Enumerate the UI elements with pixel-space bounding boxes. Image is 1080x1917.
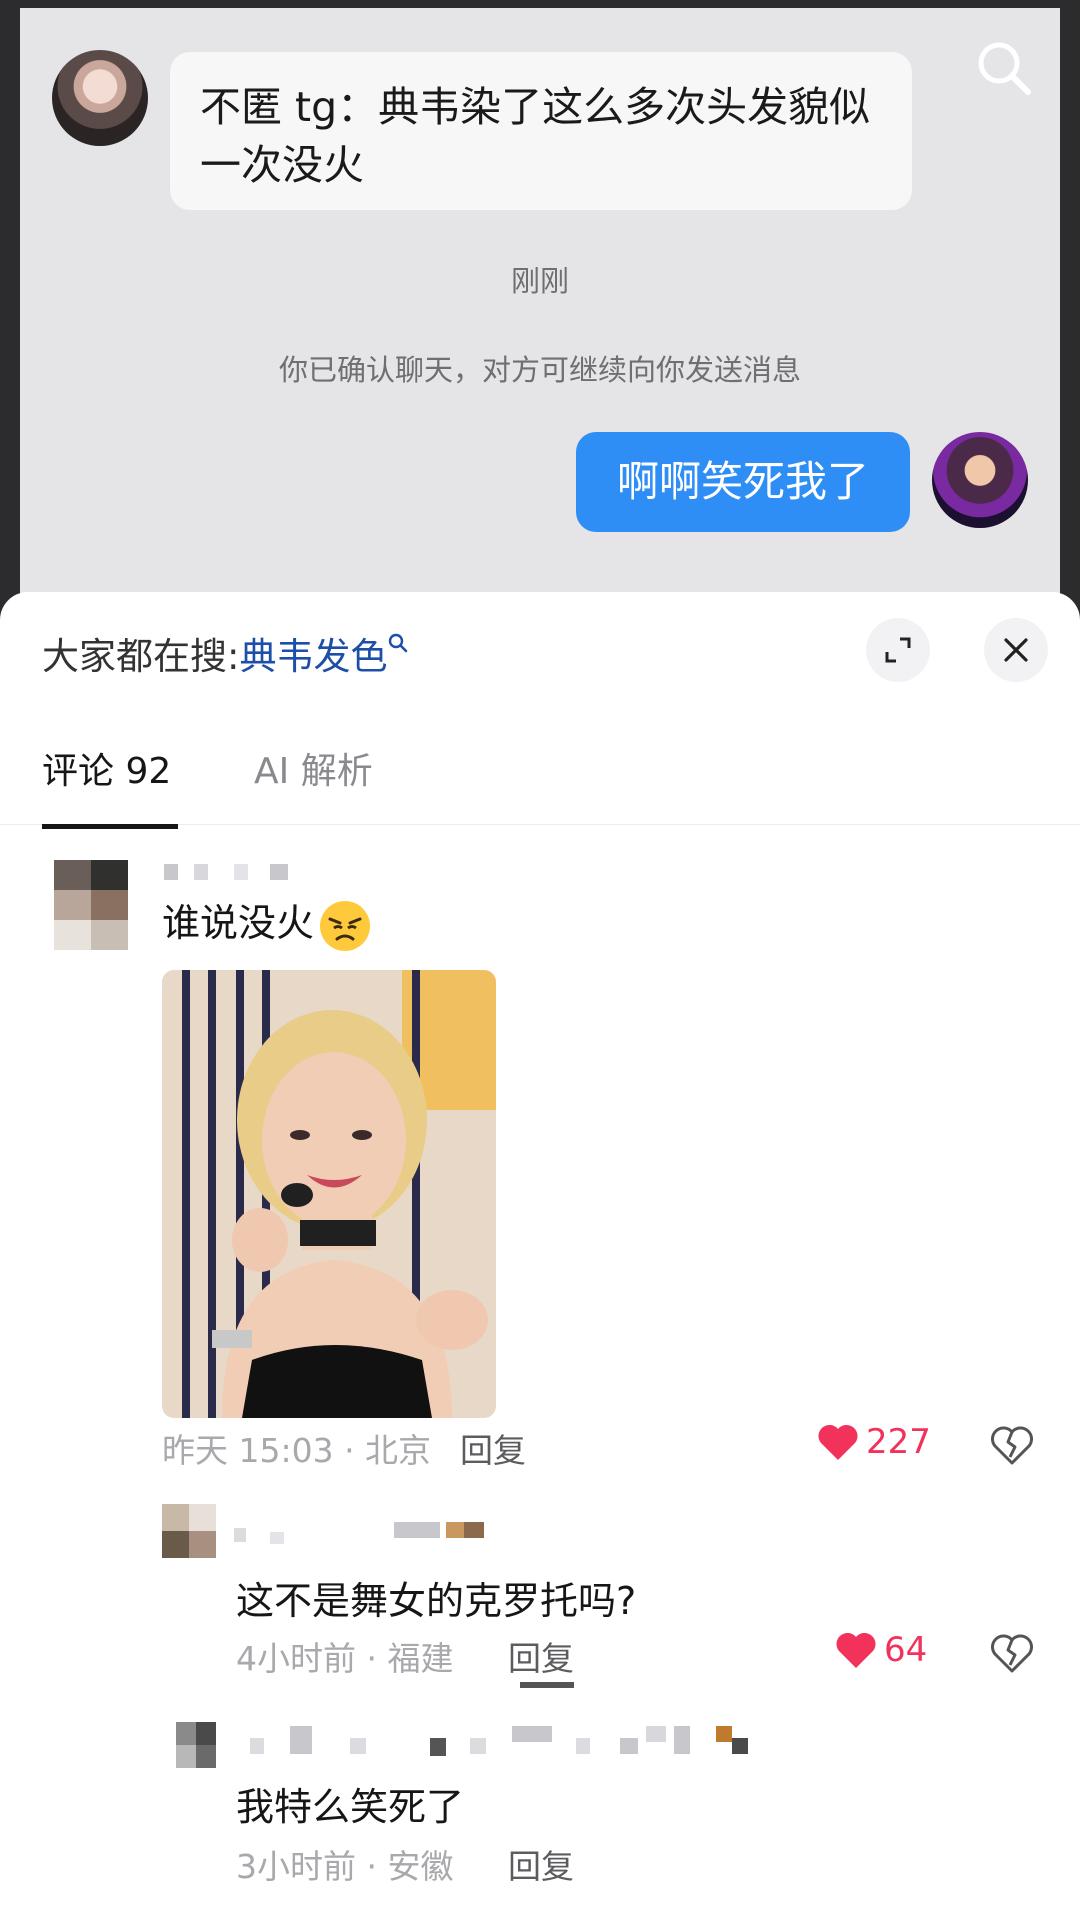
reply-underline: [520, 1682, 574, 1688]
commenter-name-redacted[interactable]: [234, 1520, 504, 1546]
comment-meta: 4小时前 · 福建: [236, 1639, 454, 1678]
comment-text: 这不是舞女的克罗托吗?: [236, 1579, 637, 1623]
close-icon: [1004, 638, 1028, 662]
screen: 不匿 tg：典韦染了这么多次头发貌似一次没火 刚刚 你已确认聊天，对方可继续向你…: [0, 0, 1080, 1917]
comment-image[interactable]: [162, 970, 496, 1418]
search-icon[interactable]: [972, 36, 1036, 100]
incoming-message-text: 不匿 tg：典韦染了这么多次头发貌似一次没火: [200, 83, 871, 189]
reply-button[interactable]: 回复: [508, 1840, 574, 1888]
sender-avatar[interactable]: [52, 50, 148, 146]
small-search-icon: [389, 633, 408, 653]
comment-text: 我特么笑死了: [236, 1785, 465, 1829]
like-button[interactable]: 227: [816, 1422, 931, 1462]
comment-text: 谁说没火: [162, 892, 372, 953]
comments-sheet: 大家都在搜:典韦发色 评论 92 AI 解析 谁说没火 昨天 15:03 · 北…: [0, 592, 1080, 1917]
chat-backdrop: 不匿 tg：典韦染了这么多次头发貌似一次没火 刚刚 你已确认聊天，对方可继续向你…: [0, 0, 1080, 620]
hot-search-prefix: 大家都在搜:: [42, 635, 240, 678]
expand-icon: [885, 637, 911, 663]
heart-filled-icon: [836, 1632, 876, 1668]
like-count: 64: [884, 1630, 928, 1670]
commenter-name-redacted[interactable]: [250, 1724, 754, 1764]
dislike-broken-heart-icon[interactable]: [990, 1424, 1034, 1466]
dislike-broken-heart-icon[interactable]: [990, 1632, 1034, 1674]
comment-meta: 3小时前 · 安徽: [236, 1847, 454, 1886]
outgoing-message-text: 啊啊笑死我了: [616, 457, 869, 506]
tab-comments[interactable]: 评论 92: [42, 742, 171, 794]
hot-search-keyword[interactable]: 典韦发色: [239, 635, 387, 678]
chat-confirm-notice: 你已确认聊天，对方可继续向你发送消息: [278, 353, 801, 387]
reply-button[interactable]: 回复: [460, 1424, 526, 1472]
hot-search-bar[interactable]: 大家都在搜:典韦发色: [42, 626, 411, 680]
my-avatar[interactable]: [932, 432, 1028, 528]
message-timestamp: 刚刚: [510, 264, 569, 298]
incoming-message-bubble[interactable]: 不匿 tg：典韦染了这么多次头发貌似一次没火: [170, 52, 912, 210]
tab-ai-analysis[interactable]: AI 解析: [254, 742, 373, 794]
reply-button[interactable]: 回复: [508, 1632, 574, 1680]
expand-button[interactable]: [866, 618, 930, 682]
close-button[interactable]: [984, 618, 1048, 682]
heart-filled-icon: [818, 1424, 858, 1460]
commenter-avatar[interactable]: [54, 860, 128, 950]
commenter-name-redacted[interactable]: [164, 860, 294, 884]
commenter-avatar[interactable]: [176, 1722, 216, 1768]
comment-meta: 昨天 15:03 · 北京: [162, 1431, 432, 1470]
like-button[interactable]: 64: [834, 1630, 927, 1670]
angry-face-emoji: [320, 900, 371, 951]
like-count: 227: [866, 1422, 931, 1462]
active-tab-indicator: [42, 824, 178, 829]
comment-text-content: 谁说没火: [162, 901, 315, 945]
sheet-tabs: 评论 92 AI 解析: [0, 742, 1080, 822]
outgoing-message-bubble[interactable]: 啊啊笑死我了: [576, 432, 910, 532]
commenter-avatar[interactable]: [162, 1504, 216, 1558]
